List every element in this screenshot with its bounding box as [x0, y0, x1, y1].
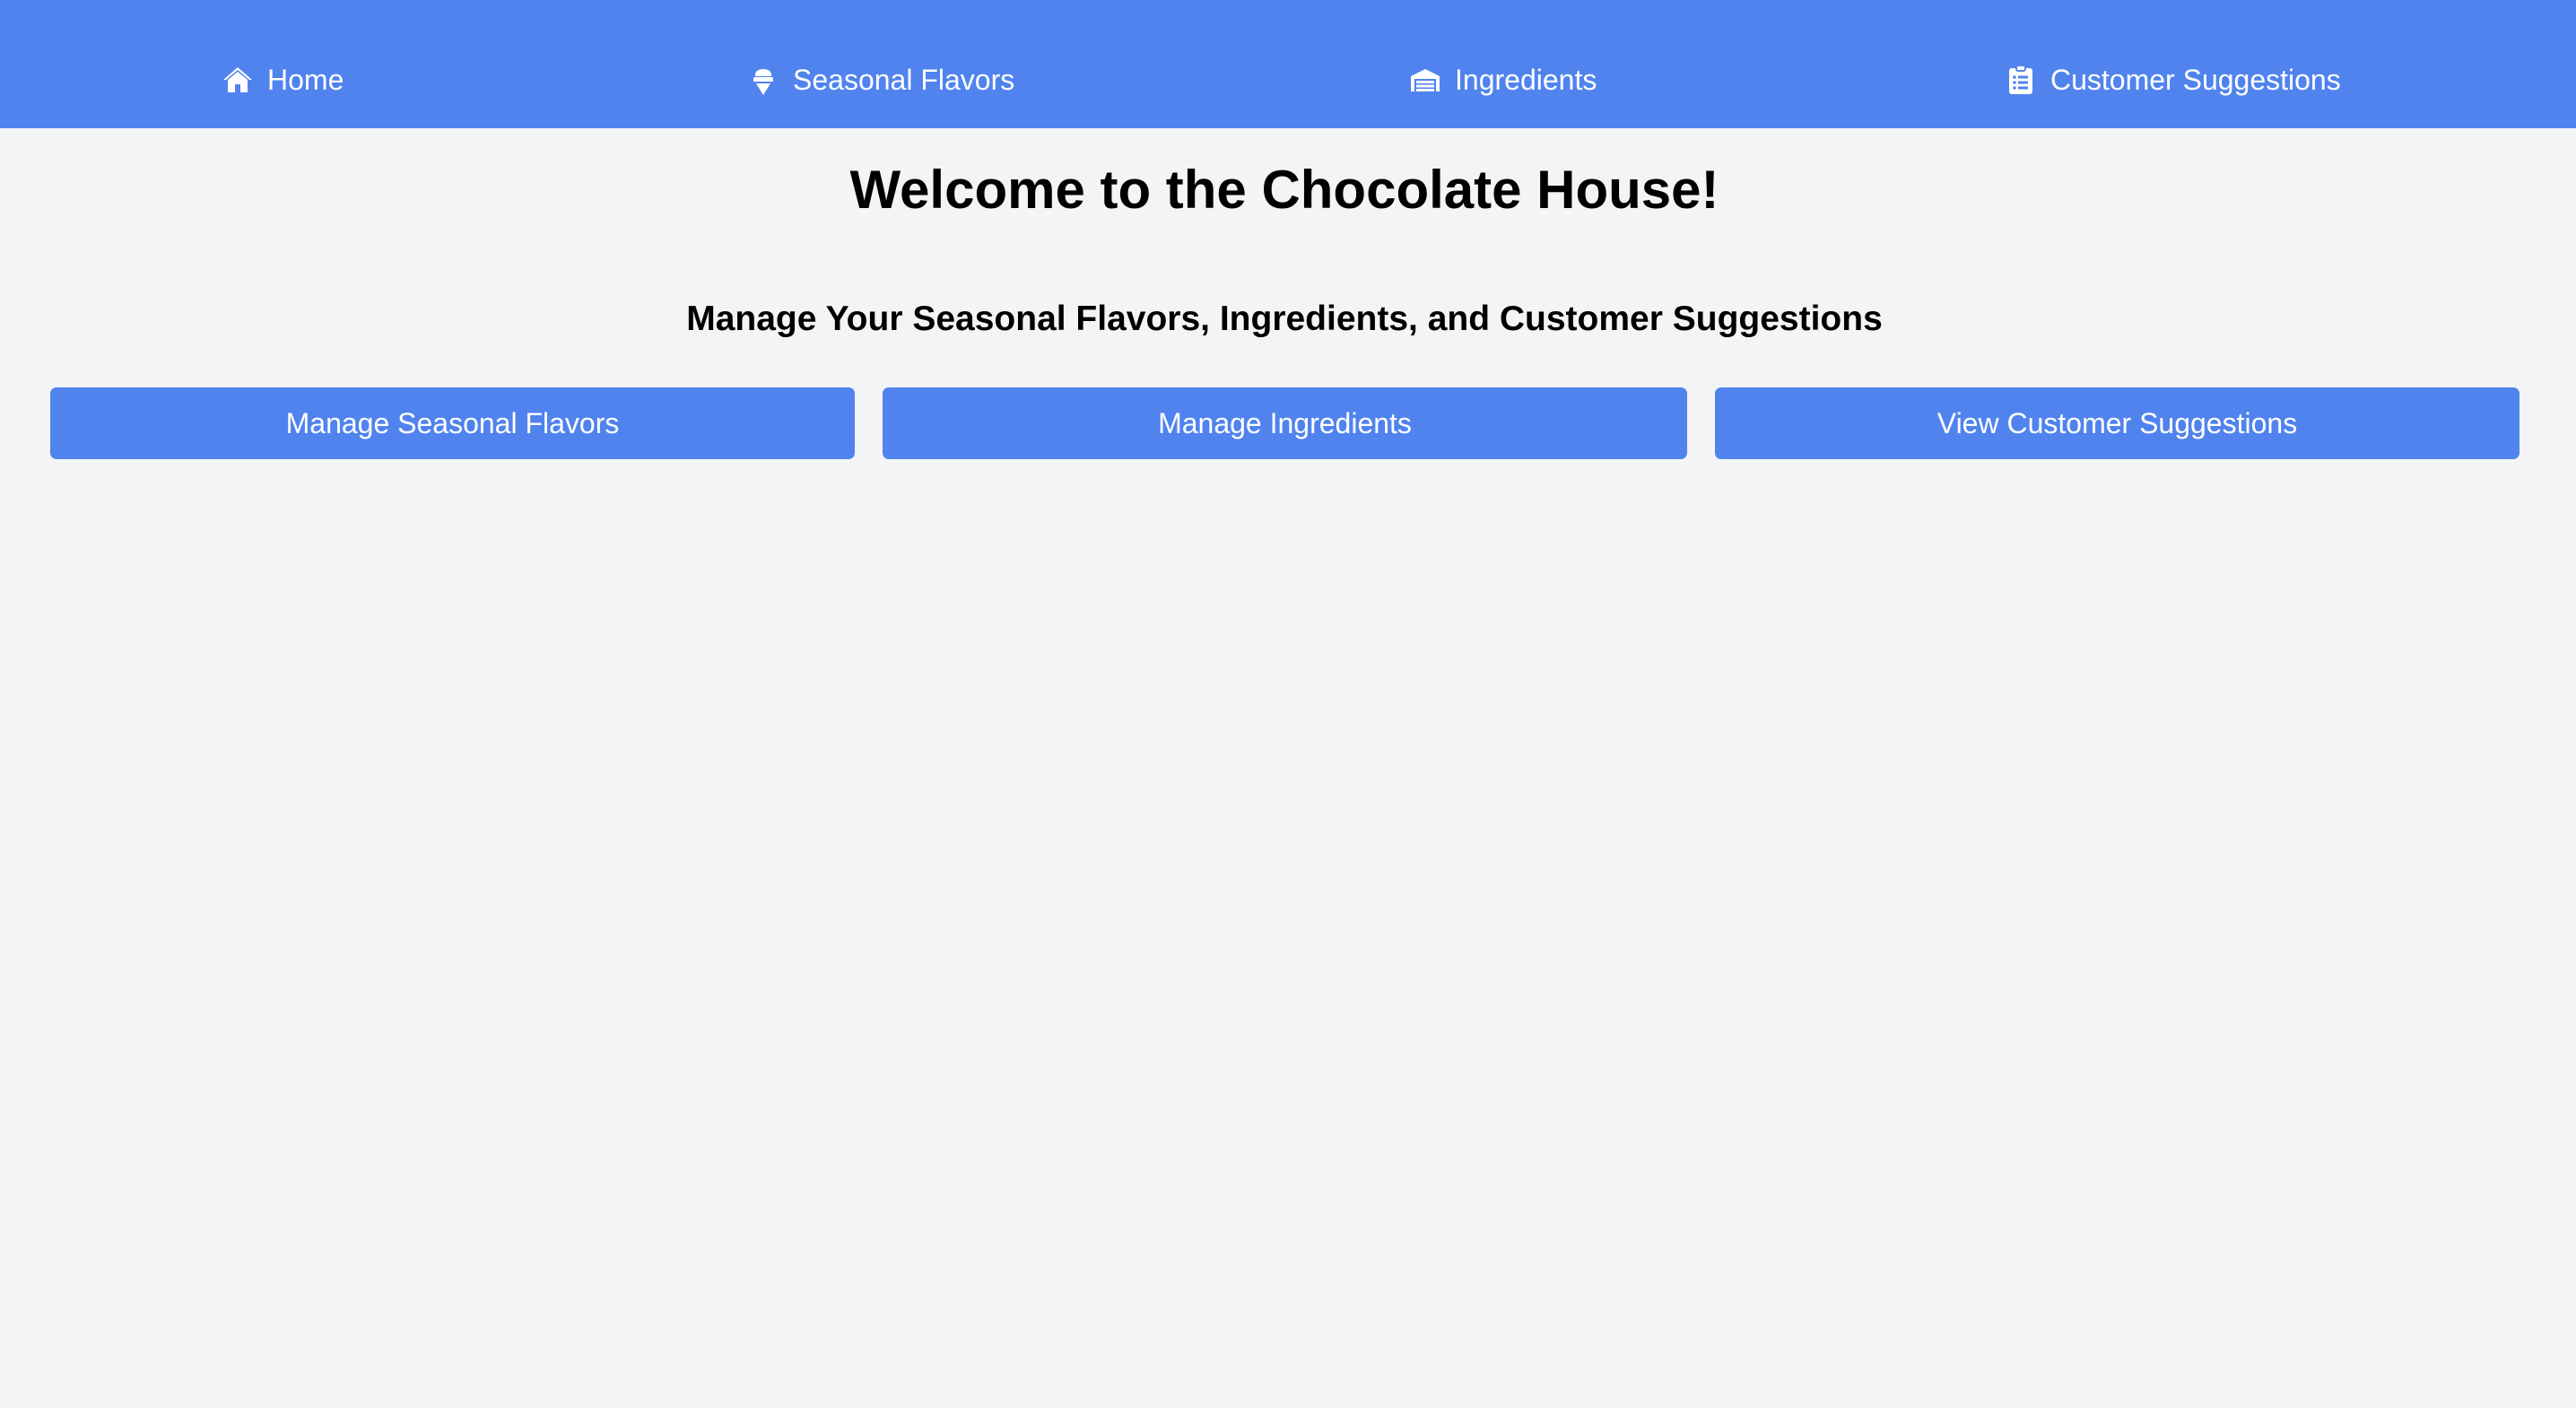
nav-item-home[interactable]: Home [222, 61, 344, 99]
ice-cream-icon [748, 65, 779, 95]
manage-seasonal-flavors-button[interactable]: Manage Seasonal Flavors [50, 387, 855, 459]
view-customer-suggestions-button[interactable]: View Customer Suggestions [1715, 387, 2519, 459]
nav-item-label: Home [267, 63, 344, 96]
top-navigation-bar: Home Seasonal Flavors Ingredients Custom… [0, 0, 2576, 128]
nav-item-seasonal-flavors[interactable]: Seasonal Flavors [748, 61, 1014, 99]
manage-ingredients-button[interactable]: Manage Ingredients [883, 387, 1687, 459]
nav-item-label: Customer Suggestions [2050, 63, 2341, 96]
nav-item-ingredients[interactable]: Ingredients [1410, 61, 1597, 99]
clipboard-list-icon [2006, 65, 2036, 95]
page-subtitle: Manage Your Seasonal Flavors, Ingredient… [686, 300, 1883, 338]
nav-item-label: Ingredients [1455, 63, 1597, 96]
warehouse-icon [1410, 65, 1440, 95]
page-title: Welcome to the Chocolate House! [849, 160, 1719, 220]
home-icon [222, 65, 253, 95]
nav-item-label: Seasonal Flavors [793, 63, 1015, 96]
nav-item-customer-suggestions[interactable]: Customer Suggestions [2006, 61, 2341, 99]
